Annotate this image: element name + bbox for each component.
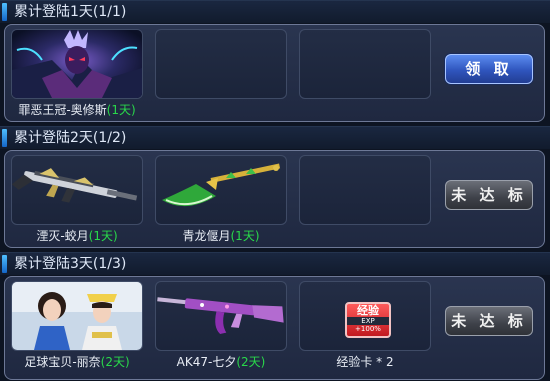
reward-item-name: AK47-七夕(2天) — [176, 355, 266, 369]
exp-card-title: 经验 — [357, 304, 379, 317]
reward-item-name: 足球宝贝-丽奈(2天) — [24, 355, 130, 369]
section-title: 累计登陆2天(1/2) — [14, 130, 127, 146]
section-accent-bar — [2, 129, 7, 147]
section-title: 累计登陆1天(1/1) — [14, 4, 127, 20]
duration-label: (1天) — [88, 229, 118, 243]
reward-slot-3 — [299, 29, 431, 99]
reward-item-name: 罪恶王冠-奥修斯(1天) — [18, 103, 136, 117]
reward-slot-2 — [155, 29, 287, 99]
assault-rifle-icon — [157, 297, 284, 335]
reward-slot-1[interactable] — [11, 281, 143, 351]
section-accent-bar — [2, 255, 7, 273]
section-title: 累计登陆3天(1/3) — [14, 256, 127, 272]
reward-section-day2: 累计登陆2天(1/2) 湮灭-蛟月(1天) 青龙偃月(1天) 未 达 标 — [0, 126, 550, 252]
reward-panel: 湮灭-蛟月(1天) 青龙偃月(1天) 未 达 标 — [4, 150, 545, 248]
reward-panel: 经验 EXP +100% 足球宝贝-丽奈(2天) AK47-七夕(2天) 经验卡… — [4, 276, 545, 380]
duration-label: (1天) — [230, 229, 260, 243]
reward-slot-2[interactable] — [155, 155, 287, 225]
duration-label: (2天) — [100, 355, 130, 369]
not-qualified-button[interactable]: 未 达 标 — [445, 306, 533, 336]
reward-slot-3[interactable]: 经验 EXP +100% — [299, 281, 431, 351]
reward-item-name: 湮灭-蛟月(1天) — [36, 229, 118, 243]
reward-section-day1: 累计登陆1天(1/1) 罪恶王冠-奥修斯(1天) 领 取 — [0, 0, 550, 126]
character-pair-icon — [12, 282, 142, 350]
reward-panel: 罪恶王冠-奥修斯(1天) 领 取 — [4, 24, 545, 122]
rifle-weapon-icon — [12, 168, 138, 203]
reward-item-name: 青龙偃月(1天) — [182, 229, 260, 243]
blade-weapon-icon — [162, 163, 281, 207]
duration-label: (1天) — [106, 103, 136, 117]
section-header: 累计登陆2天(1/2) — [0, 126, 550, 149]
reward-slot-1[interactable] — [11, 29, 143, 99]
claim-button[interactable]: 领 取 — [445, 54, 533, 84]
exp-card-icon: 经验 EXP +100% — [345, 302, 391, 338]
exp-card-exp: EXP — [347, 317, 389, 325]
reward-slot-2[interactable] — [155, 281, 287, 351]
exp-card-bonus: +100% — [355, 325, 381, 333]
reward-slot-3 — [299, 155, 431, 225]
duration-label: (2天) — [236, 355, 266, 369]
reward-slot-1[interactable] — [11, 155, 143, 225]
reward-section-day3: 累计登陆3天(1/3) 经验 EXP +100% 足球宝贝-丽奈(2天) AK4… — [0, 252, 550, 381]
character-portrait-icon — [12, 30, 142, 98]
reward-item-name: 经验卡 * 2 — [336, 355, 394, 369]
section-header: 累计登陆1天(1/1) — [0, 0, 550, 23]
section-header: 累计登陆3天(1/3) — [0, 252, 550, 275]
section-accent-bar — [2, 3, 7, 21]
not-qualified-button[interactable]: 未 达 标 — [445, 180, 533, 210]
